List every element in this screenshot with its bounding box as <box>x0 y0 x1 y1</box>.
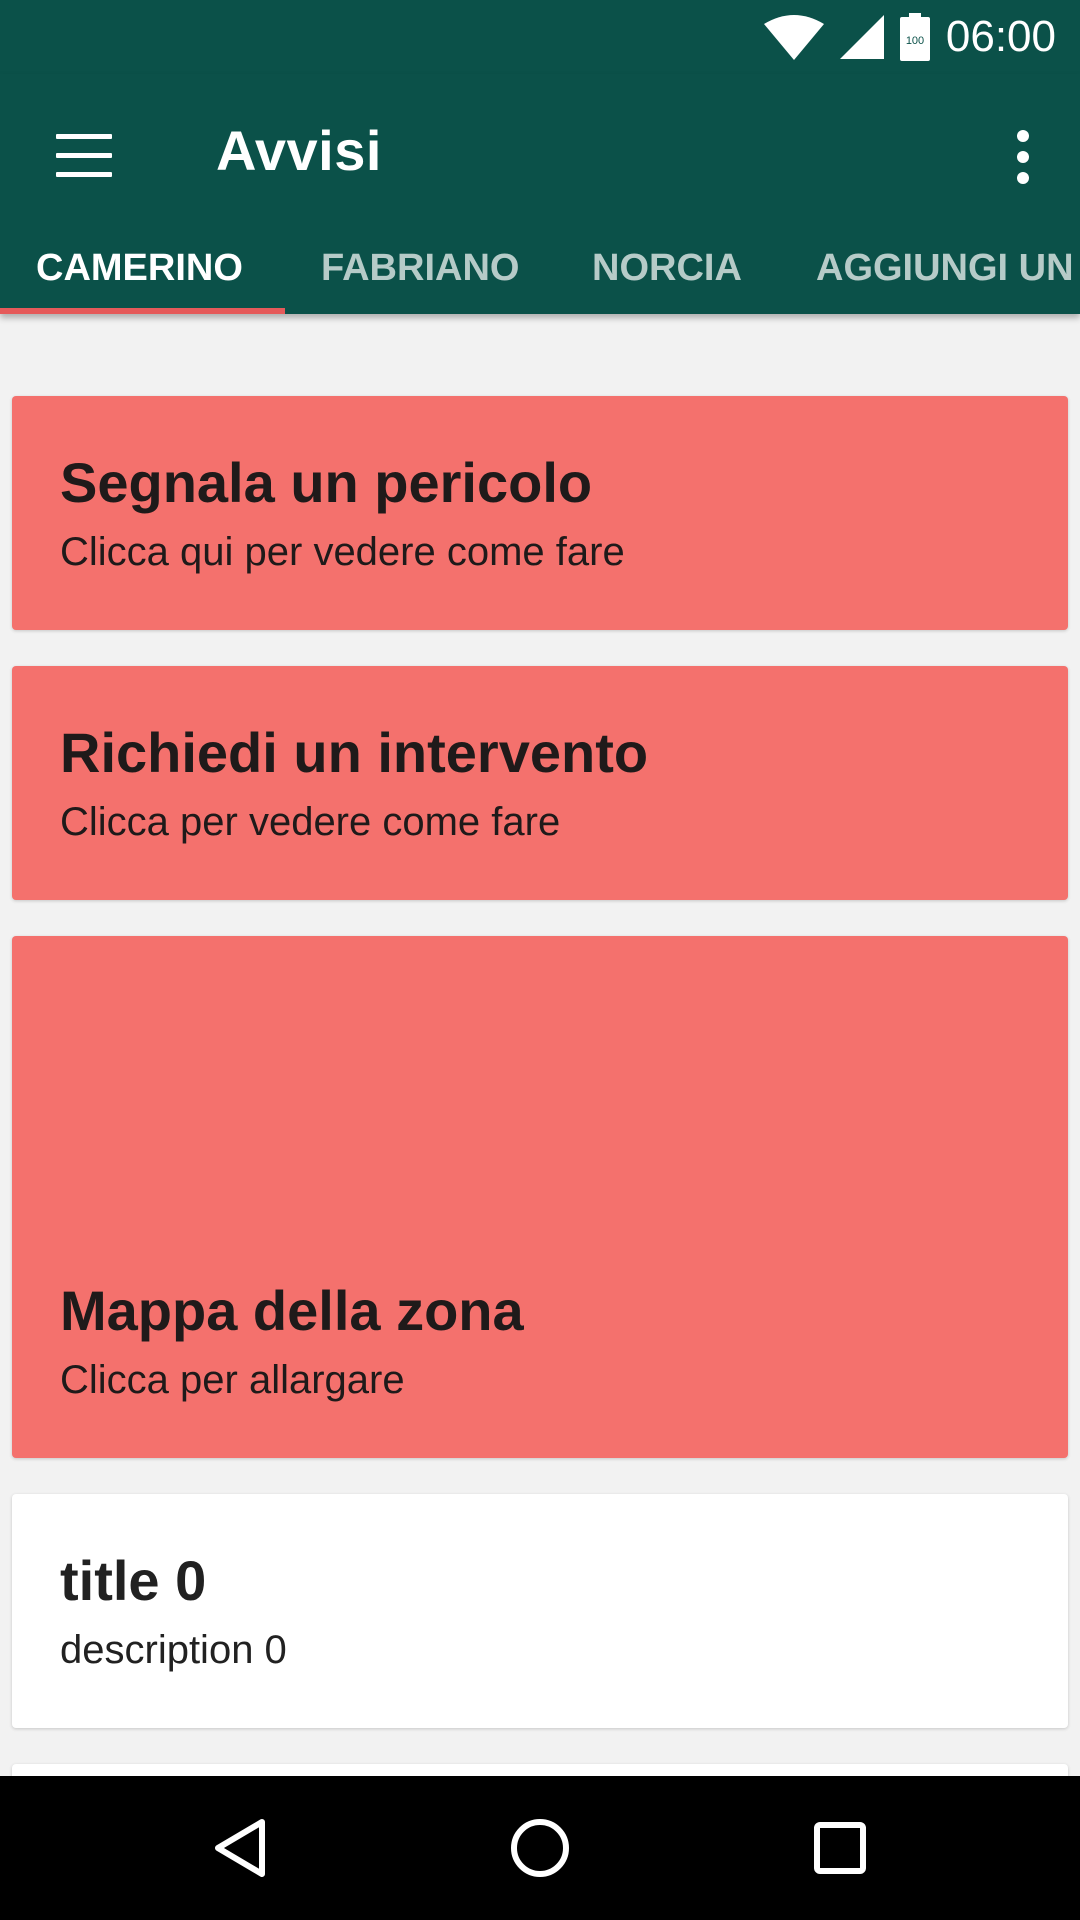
card-title: Mappa della zona <box>60 1279 524 1342</box>
back-triangle-icon[interactable] <box>180 1776 300 1920</box>
card-item[interactable]: title 0 description 0 <box>12 1494 1068 1728</box>
card-title: Richiedi un intervento <box>60 721 649 784</box>
hamburger-menu-icon[interactable] <box>56 134 112 178</box>
status-time: 06:00 <box>945 12 1056 61</box>
tab-aggiungi[interactable]: AGGIUNGI UN <box>816 234 1074 314</box>
card-subtitle: Clicca qui per vedere come fare <box>60 530 625 574</box>
system-nav-bar <box>0 1776 1080 1920</box>
card-segnala-pericolo[interactable]: Segnala un pericolo Clicca qui per veder… <box>12 396 1068 630</box>
tab-camerino[interactable]: CAMERINO <box>36 234 243 314</box>
home-circle-icon[interactable] <box>480 1776 600 1920</box>
status-bar: 100 06:00 <box>0 0 1080 74</box>
card-subtitle: Clicca per vedere come fare <box>60 800 561 844</box>
status-icons: 100 06:00 <box>763 0 1056 74</box>
more-vert-icon[interactable] <box>1010 130 1036 186</box>
battery-level-text: 100 <box>906 35 924 47</box>
card-mappa-zona[interactable]: Mappa della zona Clicca per allargare <box>12 936 1068 1458</box>
tab-norcia[interactable]: NORCIA <box>592 234 742 314</box>
wifi-icon <box>763 15 824 60</box>
recents-square-icon[interactable] <box>780 1776 900 1920</box>
card-richiedi-intervento[interactable]: Richiedi un intervento Clicca per vedere… <box>12 666 1068 900</box>
card-subtitle: description 0 <box>60 1628 287 1672</box>
app-bar: Avvisi CAMERINO FABRIANO NORCIA AGGIUNGI… <box>0 74 1080 314</box>
tab-indicator <box>0 308 285 314</box>
page-title: Avvisi <box>216 119 382 182</box>
battery-icon: 100 <box>899 13 930 61</box>
tab-fabriano[interactable]: FABRIANO <box>321 234 519 314</box>
card-title: title 0 <box>60 1549 207 1612</box>
card-subtitle: Clicca per allargare <box>60 1358 405 1402</box>
tab-bar: CAMERINO FABRIANO NORCIA AGGIUNGI UN <box>0 234 1080 314</box>
card-title: Segnala un pericolo <box>60 451 593 514</box>
cell-signal-icon <box>839 15 884 59</box>
